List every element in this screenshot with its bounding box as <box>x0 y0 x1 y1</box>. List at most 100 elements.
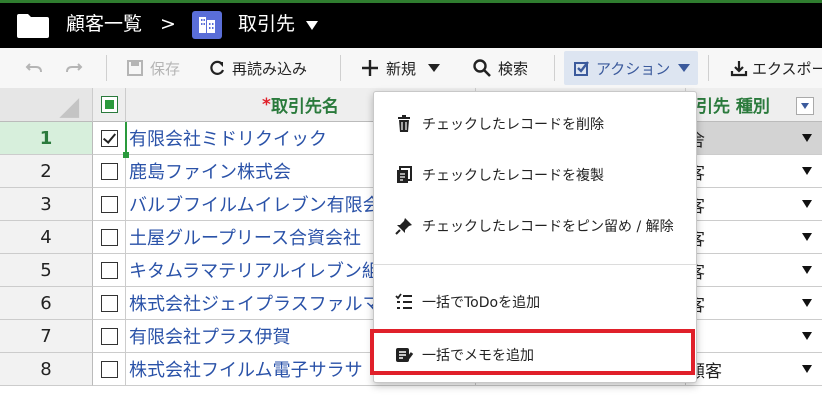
reload-icon <box>210 60 225 75</box>
toolbar-divider <box>708 55 709 81</box>
row-number[interactable]: 6 <box>0 287 93 320</box>
menu-item-bulk-add-todo[interactable]: 一括でToDoを追加 <box>374 282 696 322</box>
row-checkbox-cell[interactable] <box>93 320 126 353</box>
type-dropdown-chevron-icon[interactable] <box>802 365 812 373</box>
row-number[interactable]: 1 <box>0 122 93 155</box>
account-type-cell[interactable] <box>686 320 822 353</box>
account-type-cell[interactable]: 顧客 <box>686 353 822 386</box>
action-label: アクション <box>596 59 671 78</box>
account-type-cell[interactable]: 客 <box>686 155 822 188</box>
corner-header[interactable] <box>0 88 93 122</box>
app-header: 顧客一覧 > 取引先 <box>0 0 822 48</box>
redo-button[interactable] <box>64 48 84 88</box>
row-checkbox-cell[interactable] <box>93 221 126 254</box>
export-button[interactable]: エクスポー <box>730 48 822 88</box>
new-button[interactable]: 新規 <box>360 48 441 88</box>
breadcrumb-root[interactable]: 顧客一覧 <box>66 12 142 36</box>
type-dropdown-chevron-icon[interactable] <box>802 266 812 274</box>
account-type-cell[interactable]: 客 <box>686 188 822 221</box>
row-checkbox-cell[interactable] <box>93 188 126 221</box>
menu-item-duplicate-checked[interactable]: チェックしたレコードを複製 <box>374 155 696 195</box>
cell-fill-handle-square[interactable] <box>123 152 129 158</box>
duplicate-icon <box>397 166 412 183</box>
action-button[interactable]: アクション <box>564 51 699 85</box>
plus-icon <box>362 60 378 76</box>
toolbar-divider <box>106 55 107 81</box>
row-checkbox[interactable] <box>100 261 118 279</box>
action-dropdown-chevron-icon <box>678 64 691 72</box>
undo-icon <box>25 63 42 73</box>
account-type-cell[interactable]: 客 <box>686 287 822 320</box>
row-checkbox[interactable] <box>100 327 118 345</box>
menu-item-label: チェックしたレコードをピン留め / 解除 <box>422 219 674 235</box>
select-all-checkbox[interactable] <box>93 88 126 122</box>
menu-item-pin-checked[interactable]: チェックしたレコードをピン留め / 解除 <box>374 206 696 246</box>
column-header-type[interactable]: 引先 種別 <box>686 88 822 122</box>
search-label: 検索 <box>498 59 529 78</box>
save-button[interactable]: 保存 <box>126 48 180 88</box>
table-icon <box>192 11 222 39</box>
type-dropdown-chevron-icon[interactable] <box>802 200 812 208</box>
account-type-cell[interactable]: 舎 <box>686 122 822 155</box>
account-type-cell[interactable]: 客 <box>686 221 822 254</box>
row-checkbox[interactable] <box>100 129 118 147</box>
type-dropdown-chevron-icon[interactable] <box>802 134 812 142</box>
menu-item-label: チェックしたレコードを削除 <box>422 117 604 133</box>
column-header-type-label: 引先 種別 <box>696 97 770 117</box>
download-icon <box>730 61 748 77</box>
toolbar-divider <box>554 55 555 81</box>
header-accent-line <box>0 0 822 3</box>
row-checkbox[interactable] <box>100 195 118 213</box>
new-dropdown-chevron-icon[interactable] <box>428 64 441 72</box>
row-number[interactable]: 7 <box>0 320 93 353</box>
export-label: エクスポー <box>752 59 822 78</box>
account-type-cell[interactable]: 客 <box>686 254 822 287</box>
search-icon <box>473 59 491 77</box>
row-checkbox-cell[interactable] <box>93 287 126 320</box>
row-checkbox[interactable] <box>100 360 118 378</box>
row-checkbox-cell[interactable] <box>93 155 126 188</box>
type-dropdown-chevron-icon[interactable] <box>802 233 812 241</box>
toolbar: 保存 再読み込み 新規 検索 アクション エクスポー <box>0 48 822 89</box>
type-dropdown-chevron-icon[interactable] <box>802 299 812 307</box>
folder-icon[interactable] <box>16 13 50 39</box>
cell-fill-handle[interactable] <box>125 122 127 155</box>
type-dropdown-chevron-icon[interactable] <box>802 167 812 175</box>
row-number[interactable]: 8 <box>0 353 93 386</box>
column-filter-chevron-icon[interactable] <box>796 97 814 115</box>
menu-item-label: チェックしたレコードを複製 <box>422 168 604 184</box>
toolbar-divider <box>340 55 341 81</box>
required-mark: * <box>262 94 271 115</box>
row-checkbox[interactable] <box>100 162 118 180</box>
trash-icon <box>398 115 410 132</box>
menu-item-label: 一括でToDoを追加 <box>422 295 541 311</box>
undo-button[interactable] <box>24 48 44 88</box>
row-number[interactable]: 4 <box>0 221 93 254</box>
row-checkbox[interactable] <box>100 228 118 246</box>
type-dropdown-chevron-icon[interactable] <box>802 332 812 340</box>
current-table-title[interactable]: 取引先 <box>238 12 295 36</box>
checkbox-action-icon <box>574 61 589 76</box>
menu-divider <box>374 264 696 265</box>
todo-list-icon <box>395 293 412 309</box>
save-icon <box>127 60 143 76</box>
reload-label: 再読み込み <box>232 59 308 78</box>
row-checkbox-cell[interactable] <box>93 122 126 155</box>
row-number[interactable]: 2 <box>0 155 93 188</box>
row-number[interactable]: 3 <box>0 188 93 221</box>
redo-icon <box>66 63 83 73</box>
reload-button[interactable]: 再読み込み <box>208 48 307 88</box>
new-label: 新規 <box>386 59 417 78</box>
search-button[interactable]: 検索 <box>472 48 528 88</box>
menu-item-delete-checked[interactable]: チェックしたレコードを削除 <box>374 104 696 144</box>
table-dropdown-chevron-icon[interactable] <box>306 21 318 30</box>
save-label: 保存 <box>150 59 181 78</box>
row-checkbox-cell[interactable] <box>93 353 126 386</box>
row-checkbox-cell[interactable] <box>93 254 126 287</box>
breadcrumb-separator: > <box>160 13 176 35</box>
row-number[interactable]: 5 <box>0 254 93 287</box>
select-all-corner-icon <box>59 97 80 118</box>
column-header-name-label: 取引先名 <box>270 97 339 117</box>
pin-icon <box>395 218 412 235</box>
row-checkbox[interactable] <box>100 294 118 312</box>
